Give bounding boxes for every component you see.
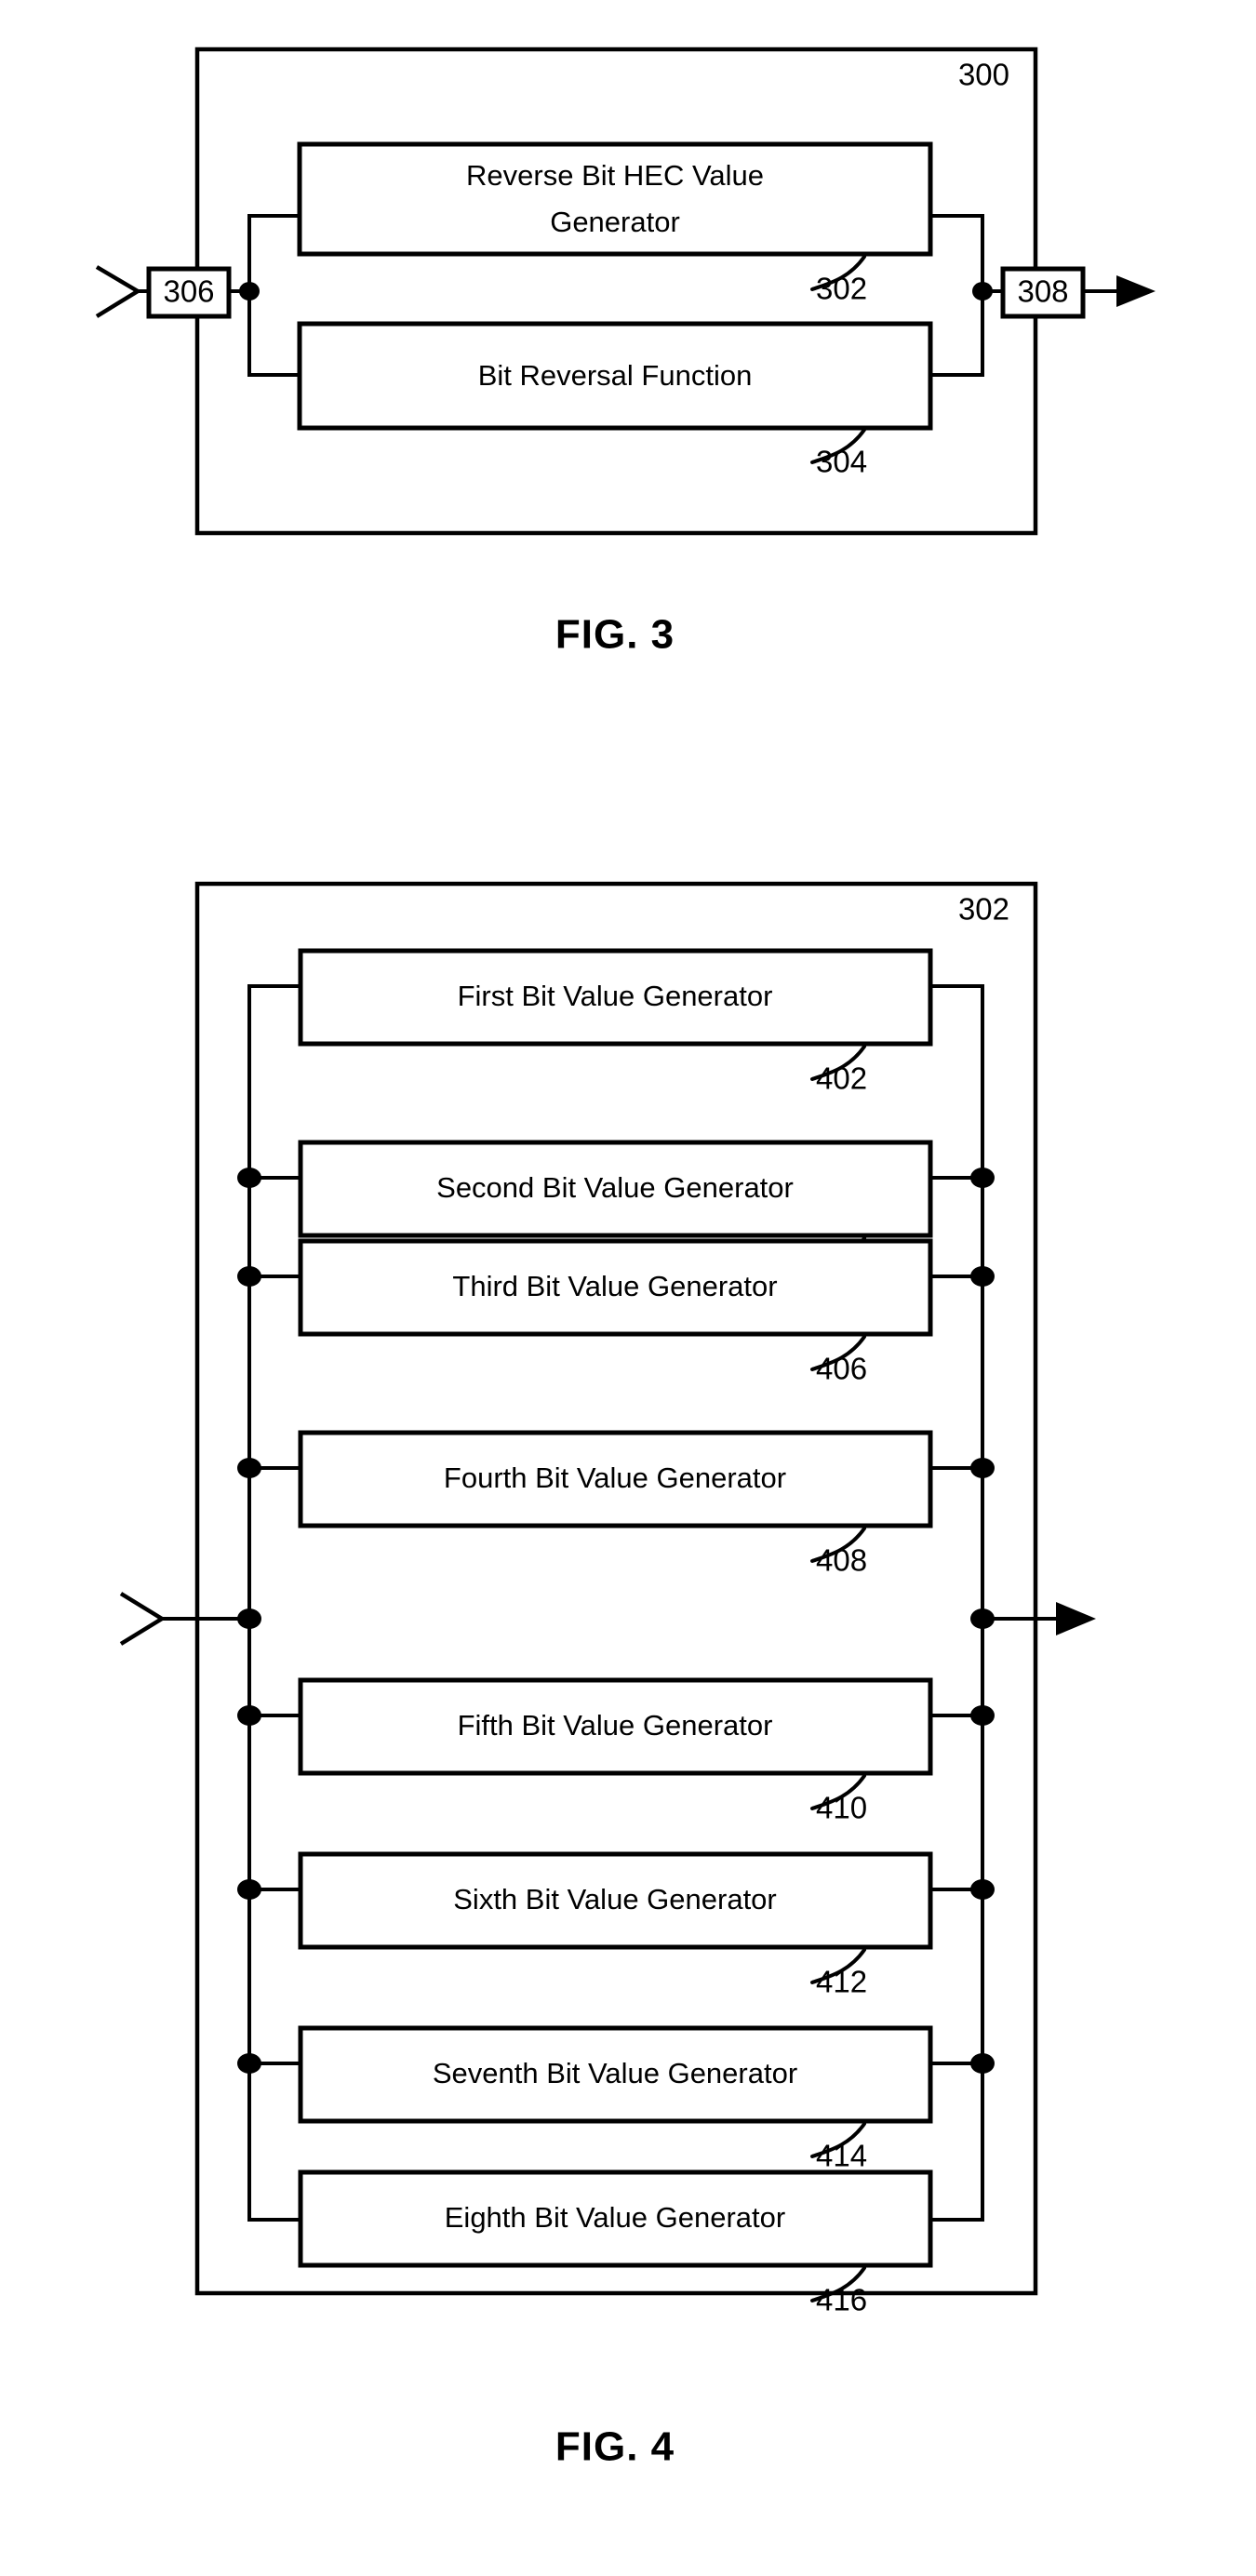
fig4-row-7: Seventh Bit Value Generator 414 <box>237 2025 995 2173</box>
fig4-left-dot-4 <box>237 1458 261 1478</box>
fig4-ref-414: 414 <box>816 2139 867 2173</box>
fig4-right-dot-4 <box>970 1458 995 1478</box>
fig4-input-junction-dot <box>237 1608 261 1629</box>
fig4-ref-406: 406 <box>816 1352 867 1386</box>
fig3-block-302-label-line2: Generator <box>550 206 680 238</box>
fig4-left-dot-5 <box>237 1705 261 1726</box>
fig4-ref-412: 412 <box>816 1965 867 1999</box>
fig3-output-arrowhead-icon <box>1116 275 1156 307</box>
fig4-left-dot-2 <box>237 1168 261 1188</box>
fig4-left-dot-3 <box>237 1266 261 1287</box>
fig3-block-304-label: Bit Reversal Function <box>478 359 753 392</box>
fig4-row-8: Eighth Bit Value Generator 416 <box>247 2169 984 2317</box>
figure-canvas: 300 306 Reverse Bit HEC Value Generator … <box>95 47 1156 2470</box>
fig4-block-404-label: Second Bit Value Generator <box>436 1171 794 1204</box>
fig4-right-dot-7 <box>970 2053 995 2074</box>
patent-drawing-sheet: 300 306 Reverse Bit HEC Value Generator … <box>0 0 1256 2576</box>
fig3-ref-302: 302 <box>816 272 867 306</box>
fig3-port-308-label: 308 <box>1017 274 1068 309</box>
fig4-ref-416: 416 <box>816 2283 867 2317</box>
fig4-block-412-label: Sixth Bit Value Generator <box>453 1883 777 1915</box>
fig4-row-6: Sixth Bit Value Generator 412 <box>237 1851 995 1999</box>
fig4-output-arrowhead-icon <box>1056 1602 1096 1635</box>
fig4-block-414-label: Seventh Bit Value Generator <box>433 2057 797 2089</box>
fig4-right-dot-5 <box>970 1705 995 1726</box>
fig4-io-ports <box>119 1592 1096 1646</box>
fig4-row-4: Fourth Bit Value Generator 408 <box>237 1430 995 1578</box>
fig4-right-dot-6 <box>970 1879 995 1900</box>
fig3-caption: FIG. 3 <box>555 612 675 658</box>
fig4-left-dot-6 <box>237 1879 261 1900</box>
fig4-input-arrowhead-icon <box>119 1592 167 1646</box>
figure-3: 300 306 Reverse Bit HEC Value Generator … <box>95 47 1156 658</box>
fig4-block-402-label: First Bit Value Generator <box>458 980 773 1012</box>
fig4-block-408-label: Fourth Bit Value Generator <box>444 1462 786 1494</box>
fig4-block-416-label: Eighth Bit Value Generator <box>445 2201 785 2234</box>
fig4-caption: FIG. 4 <box>555 2424 675 2470</box>
fig4-left-dot-7 <box>237 2053 261 2074</box>
fig3-input-arrowhead-icon <box>95 265 142 318</box>
fig4-right-dot-3 <box>970 1266 995 1287</box>
fig4-frame-ref-302: 302 <box>958 892 1009 927</box>
fig4-right-dot-2 <box>970 1168 995 1188</box>
fig3-port-306-label: 306 <box>163 274 214 309</box>
fig4-row-5: Fifth Bit Value Generator 410 <box>237 1677 995 1825</box>
fig4-ref-402: 402 <box>816 1061 867 1096</box>
fig4-ref-408: 408 <box>816 1543 867 1578</box>
fig3-ref-304: 304 <box>816 445 867 479</box>
fig3-block-302-label-line1: Reverse Bit HEC Value <box>466 159 764 192</box>
fig4-row-3: Third Bit Value Generator 406 <box>237 1238 995 1386</box>
figure-4: 302 First Bit Value Generator 402 Second… <box>119 881 1096 2470</box>
fig3-frame-ref-300: 300 <box>958 58 1009 92</box>
fig4-row-1: First Bit Value Generator 402 <box>247 948 984 1096</box>
fig4-ref-410: 410 <box>816 1791 867 1825</box>
fig4-block-406-label: Third Bit Value Generator <box>452 1270 777 1302</box>
fig4-block-410-label: Fifth Bit Value Generator <box>458 1709 773 1742</box>
fig3-outer-frame <box>194 47 1038 536</box>
